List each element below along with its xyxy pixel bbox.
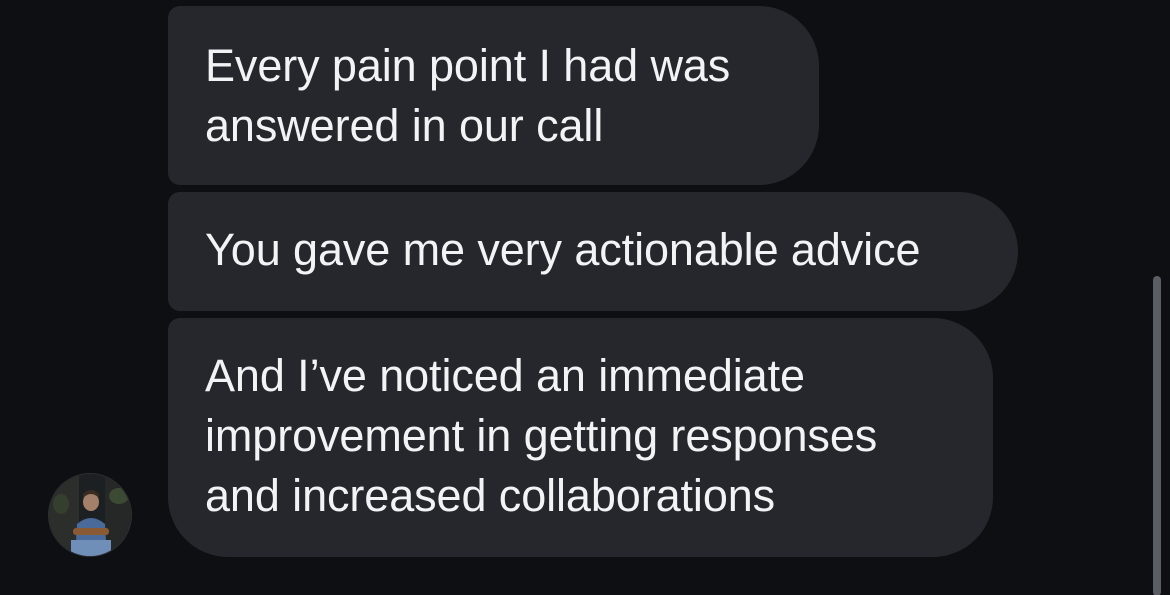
message-thread[interactable]: Every pain point I had was answered in o… [0, 0, 1170, 595]
message-bubble[interactable]: You gave me very actionable advice [168, 192, 1018, 311]
message-bubble[interactable]: And I’ve noticed an immediate improvemen… [168, 318, 993, 557]
avatar-photo-icon [49, 474, 131, 556]
message-bubble[interactable]: Every pain point I had was answered in o… [168, 6, 819, 185]
avatar[interactable] [48, 473, 132, 557]
scrollbar[interactable] [1153, 276, 1161, 595]
